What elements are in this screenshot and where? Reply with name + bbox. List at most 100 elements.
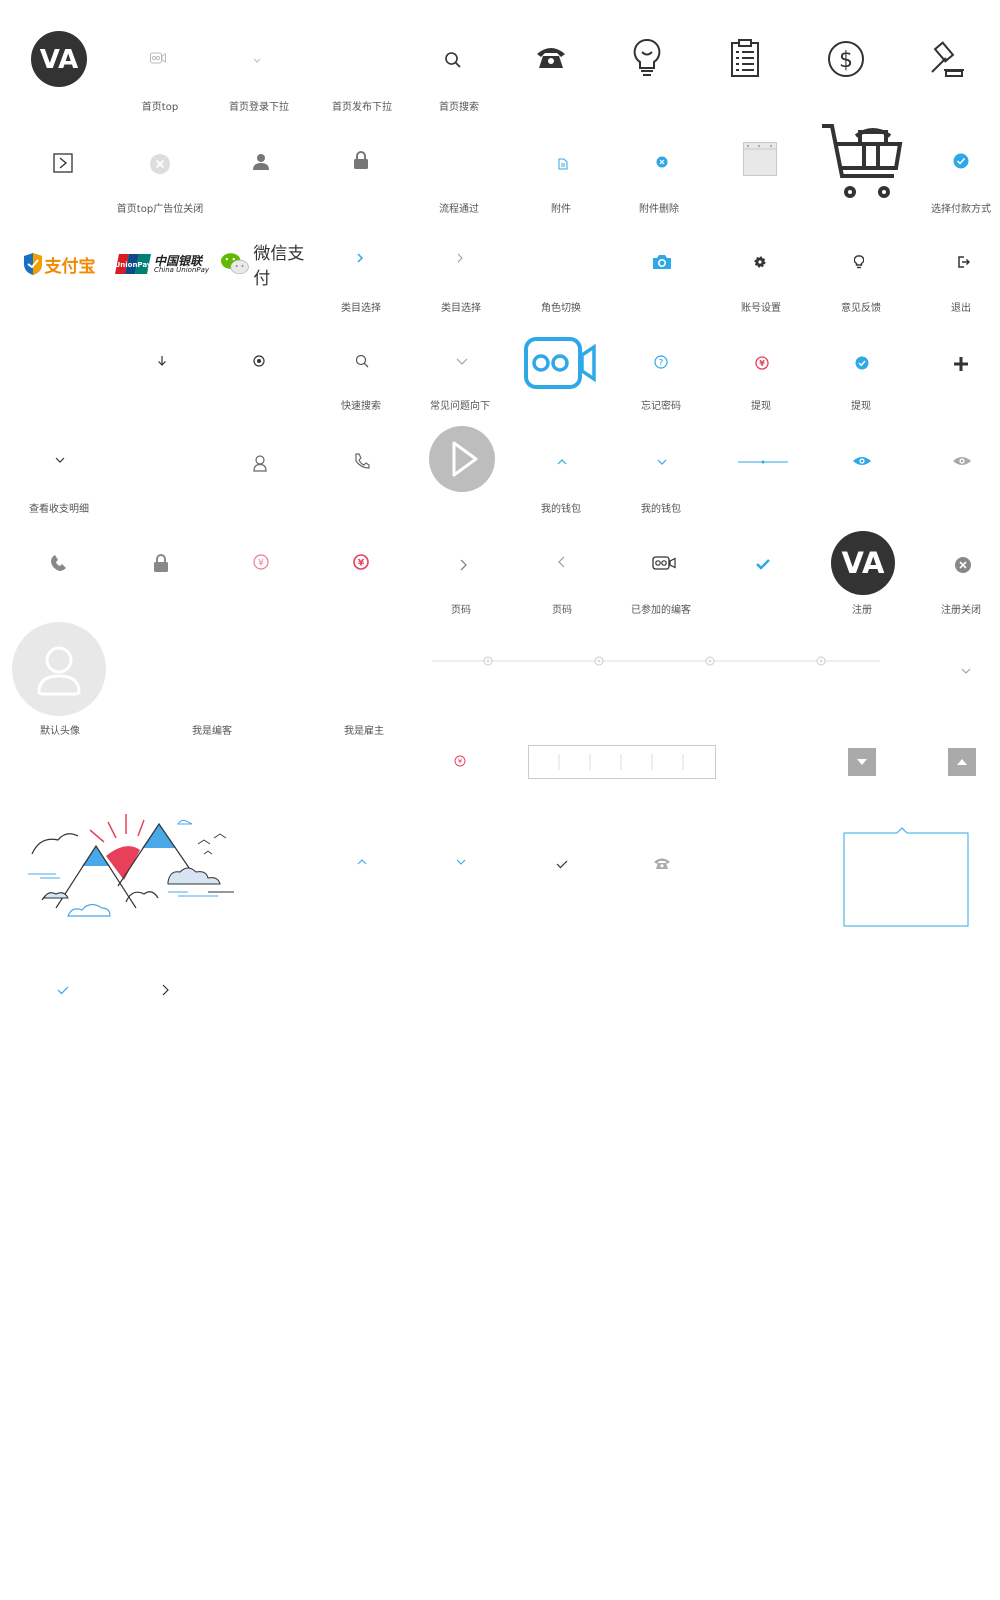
label-page-number: 页码 bbox=[451, 605, 471, 616]
label-joined-coders: 已参加的编客 bbox=[631, 605, 691, 616]
close-dot-icon[interactable] bbox=[656, 156, 668, 168]
eye-icon[interactable] bbox=[852, 455, 872, 467]
eye-closed-icon[interactable] bbox=[738, 460, 788, 464]
svg-text:$: $ bbox=[839, 48, 853, 73]
chevron-down-icon[interactable] bbox=[252, 56, 262, 64]
label-i-am-employer: 我是雇主 bbox=[344, 726, 384, 737]
progress-steps bbox=[432, 656, 880, 666]
video-call-icon[interactable] bbox=[524, 337, 596, 389]
check-icon[interactable] bbox=[756, 558, 770, 570]
eye-icon[interactable] bbox=[952, 455, 972, 467]
mountain-illustration bbox=[28, 806, 238, 926]
file-icon bbox=[558, 158, 568, 170]
label-forgot-password: 忘记密码 bbox=[641, 401, 681, 412]
close-circle-icon[interactable] bbox=[955, 557, 971, 573]
unionpay-logo[interactable]: UnionPay 中国银联 China UnionPay bbox=[114, 250, 210, 278]
label-view-statement: 查看收支明细 bbox=[29, 504, 89, 515]
alipay-text: 支付宝 bbox=[44, 256, 96, 277]
plus-icon[interactable] bbox=[954, 357, 968, 371]
bulb-small-icon[interactable] bbox=[854, 255, 864, 269]
cart-icon[interactable] bbox=[820, 122, 904, 202]
search-icon[interactable] bbox=[444, 51, 462, 69]
dollar-icon: $ bbox=[827, 40, 865, 78]
close-circle-icon[interactable] bbox=[150, 154, 170, 174]
label-process-pass: 流程通过 bbox=[439, 204, 479, 215]
label-withdraw: 提现 bbox=[751, 401, 771, 412]
cash-icon[interactable]: ¥ bbox=[253, 554, 269, 570]
gavel-icon bbox=[928, 40, 966, 78]
unionpay-en: China UnionPay bbox=[153, 265, 210, 274]
chevron-down-icon[interactable] bbox=[455, 356, 469, 366]
expand-box-icon[interactable] bbox=[53, 153, 73, 173]
chevron-down-icon[interactable] bbox=[54, 455, 66, 465]
label-publish-dropdown: 首页发布下拉 bbox=[332, 102, 392, 113]
user-outline-icon bbox=[252, 454, 268, 472]
svg-text:UnionPay: UnionPay bbox=[115, 261, 151, 269]
label-role-switch: 角色切换 bbox=[541, 303, 581, 314]
label-choose-payment: 选择付款方式 bbox=[931, 204, 991, 215]
label-category-select: 类目选择 bbox=[341, 303, 381, 314]
check-circle-icon[interactable] bbox=[855, 356, 869, 370]
cash-icon[interactable]: ¥ bbox=[755, 356, 769, 370]
check-icon[interactable] bbox=[556, 859, 568, 869]
label-attachment-delete: 附件删除 bbox=[639, 204, 679, 215]
chevron-up-icon[interactable] bbox=[356, 857, 368, 867]
wechat-pay-logo[interactable]: 微信支付 bbox=[220, 244, 320, 289]
cash-icon[interactable]: ¥ bbox=[454, 755, 466, 767]
label-login-dropdown: 首页登录下拉 bbox=[229, 102, 289, 113]
chevron-right-icon[interactable] bbox=[160, 984, 170, 996]
dropdown-button-icon[interactable] bbox=[848, 748, 876, 776]
chevron-up-icon[interactable] bbox=[556, 457, 568, 467]
chevron-down-icon[interactable] bbox=[455, 857, 467, 867]
label-category-select-2: 类目选择 bbox=[441, 303, 481, 314]
label-feedback: 意见反馈 bbox=[841, 303, 881, 314]
chevron-left-icon[interactable] bbox=[557, 556, 567, 568]
label-register-close: 注册关闭 bbox=[941, 605, 981, 616]
svg-text:VA: VA bbox=[40, 45, 78, 75]
password-boxes[interactable] bbox=[528, 745, 716, 779]
check-icon[interactable] bbox=[57, 985, 69, 995]
gear-icon[interactable] bbox=[754, 256, 766, 268]
phone-icon[interactable] bbox=[50, 554, 68, 572]
label-home-search: 首页搜索 bbox=[439, 102, 479, 113]
cash-icon[interactable]: ¥ bbox=[353, 554, 369, 570]
window-icon bbox=[743, 142, 777, 176]
svg-text:VA: VA bbox=[842, 546, 885, 580]
logout-icon[interactable] bbox=[958, 256, 970, 268]
logo-icon: VA bbox=[30, 30, 88, 88]
alipay-logo[interactable]: 支付宝 bbox=[18, 250, 100, 278]
chevron-right-icon[interactable] bbox=[455, 252, 465, 264]
arrow-down-icon[interactable] bbox=[156, 355, 168, 367]
label-i-am-coder: 我是编客 bbox=[192, 726, 232, 737]
label-default-avatar: 默认头像 bbox=[40, 726, 80, 737]
clipboard-icon bbox=[730, 38, 760, 78]
check-circle-icon[interactable] bbox=[953, 153, 969, 169]
label-page-number-2: 页码 bbox=[552, 605, 572, 616]
phone-outline-icon bbox=[353, 452, 371, 470]
label-quick-search: 快速搜索 bbox=[341, 401, 381, 412]
label-attachment: 附件 bbox=[551, 204, 571, 215]
play-icon[interactable] bbox=[428, 425, 496, 493]
camera-icon[interactable] bbox=[652, 254, 672, 270]
label-account-settings: 账号设置 bbox=[741, 303, 781, 314]
question-icon[interactable]: ? bbox=[654, 355, 668, 369]
telephone-icon bbox=[535, 44, 567, 70]
tooltip-box bbox=[843, 825, 969, 927]
label-home-top: 首页top bbox=[141, 102, 179, 113]
chevron-right-icon[interactable] bbox=[355, 252, 365, 264]
avatar-icon bbox=[12, 622, 106, 716]
search-icon[interactable] bbox=[355, 354, 369, 368]
dropup-button-icon[interactable] bbox=[948, 748, 976, 776]
unionpay-cn: 中国银联 bbox=[153, 253, 202, 268]
label-ad-close: 首页top广告位关闭 bbox=[116, 204, 204, 215]
svg-text:¥: ¥ bbox=[759, 359, 765, 368]
logo-icon: VA bbox=[830, 530, 896, 596]
svg-text:¥: ¥ bbox=[458, 758, 463, 766]
chevron-down-icon[interactable] bbox=[960, 666, 972, 676]
label-logout: 退出 bbox=[951, 303, 971, 314]
chevron-right-icon[interactable] bbox=[458, 559, 468, 571]
lock-icon bbox=[153, 554, 169, 572]
lock-icon bbox=[353, 151, 369, 169]
chevron-down-icon[interactable] bbox=[656, 457, 668, 467]
location-icon bbox=[253, 355, 265, 367]
